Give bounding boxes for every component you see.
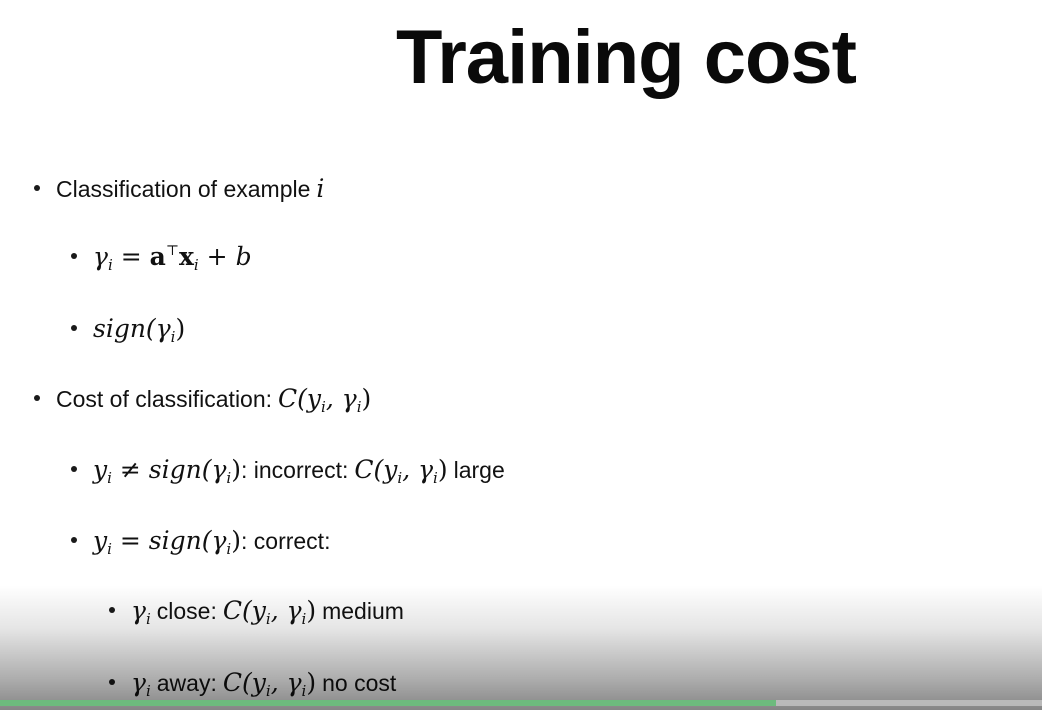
bullet-gamma-definition: γi = a⊤xi + b [71,242,252,274]
bullet-dot [34,395,40,401]
slide: Training cost Classification of example … [0,0,1042,710]
math-cost-function: C(yi, γi) [222,668,317,700]
bullet-gamma-away: γi away: C(yi, γi) no cost [109,668,396,700]
bullet-cost-of-classification: Cost of classification: C(yi, γi) [34,384,372,416]
bullet-gamma-close: γi close: C(yi, γi) medium [109,596,404,628]
math-sign-gamma: sign(γi) [93,314,186,346]
bullet-sign-gamma: sign(γi) [71,314,186,346]
video-progress-bar[interactable] [0,700,1042,706]
bullet-dot [71,253,77,259]
bullet-dot [109,607,115,613]
bullet-dot [34,185,40,191]
math-cost-function: C(yi, γi) [278,384,372,416]
bullet-classification-of-example: Classification of example i [34,176,324,201]
video-progress-played [0,700,777,706]
math-gamma-i: γi [131,668,151,700]
bullet-correct-case: yi = sign(γi): correct: [71,526,330,558]
math-i: i [316,174,325,203]
math-cost-function: C(yi, γi) [354,455,448,487]
bullet-incorrect-case: yi ≠ sign(γi): incorrect: C(yi, γi) larg… [71,455,505,487]
bullet-dot [71,466,77,472]
math-gamma-equation: γi = a⊤xi + b [93,242,252,274]
math-gamma-i: γi [131,596,151,628]
math-cost-function: C(yi, γi) [222,596,317,628]
math-y-neq-sign: yi ≠ sign(γi) [93,455,241,487]
bullet-dot [71,537,77,543]
bullet-dot [71,325,77,331]
slide-title: Training cost [396,15,857,100]
math-y-eq-sign: yi = sign(γi) [93,526,241,558]
bullet-dot [109,679,115,685]
